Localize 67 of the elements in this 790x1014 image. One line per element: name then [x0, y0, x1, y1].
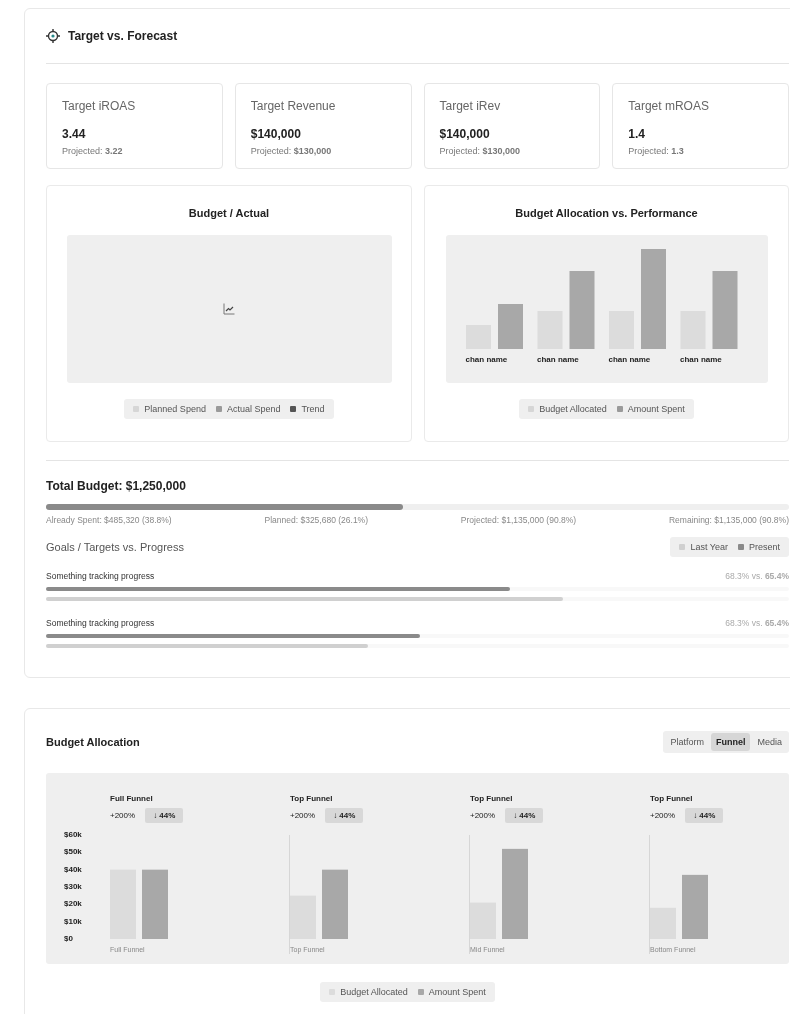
- axis-tick-label: $20k: [64, 899, 82, 910]
- channel-label: chan name: [680, 355, 723, 364]
- channel-label: chan name: [608, 355, 652, 364]
- section-title: Budget Allocation: [46, 735, 140, 748]
- budget-stat: Remaining: $1,135,000 (90.8%): [668, 515, 789, 525]
- channel-label: chan name: [537, 355, 580, 364]
- kpi-value: $140,000: [250, 127, 301, 141]
- legend-label: Actual Spend: [226, 404, 281, 414]
- change-value: +200%: [650, 811, 676, 820]
- legend-label: Last Year: [690, 542, 728, 552]
- total-budget-title: Total Budget: $1,250,000: [46, 479, 187, 493]
- bar: [682, 874, 708, 939]
- legend-label: Budget Allocated: [340, 987, 408, 997]
- axis-tick-label: $50k: [64, 847, 82, 858]
- chart-title: Budget / Actual: [188, 207, 270, 219]
- legend-label: Budget Allocated: [539, 404, 607, 414]
- kpi-label: Target Revenue: [250, 99, 336, 113]
- goal-label: Something tracking progress: [46, 571, 155, 581]
- section-title: Target vs. Forecast: [68, 29, 178, 43]
- delta-badge: ↓ 44%: [145, 808, 184, 823]
- line-chart-icon: [223, 303, 235, 315]
- projected-text: Projected: 1.3: [628, 146, 684, 156]
- kpi-label: Target mROAS: [628, 99, 709, 113]
- legend-label: Amount Spent: [627, 404, 685, 414]
- tab[interactable]: Media: [752, 732, 787, 751]
- change-value: +200%: [110, 811, 136, 820]
- projected-text: Projected: $130,000: [250, 146, 332, 156]
- tab[interactable]: Funnel: [711, 732, 751, 751]
- axis-tick-label: $30k: [64, 882, 82, 892]
- axis-tick-label: $60k: [64, 830, 82, 840]
- change-value: +200%: [290, 811, 316, 820]
- projected-text: Projected: $130,000: [439, 146, 521, 156]
- budget-stat: Already Spent: $485,320 (38.8%): [46, 515, 172, 525]
- axis-tick-label: $0: [64, 934, 73, 944]
- chart-title: Budget Allocation vs. Performance: [515, 207, 698, 219]
- channel-label: chan name: [465, 355, 509, 364]
- bar: [322, 869, 348, 939]
- bar: [142, 869, 168, 939]
- funnel-title: Top Funnel: [650, 794, 693, 803]
- change-value: +200%: [470, 811, 496, 820]
- goal-comparison: 68.3% vs. 65.4%: [725, 571, 789, 581]
- funnel-title: Top Funnel: [290, 794, 333, 803]
- target-icon: [46, 29, 60, 43]
- axis-tick-label: $10k: [64, 916, 82, 927]
- legend-label: Present: [748, 542, 780, 552]
- delta-badge: ↓ 44%: [325, 808, 364, 823]
- axis-tick-label: $40k: [64, 864, 82, 875]
- goal-comparison: 68.3% vs. 65.4%: [725, 618, 789, 628]
- delta-badge: ↓ 44%: [685, 808, 724, 823]
- kpi-label: Target iROAS: [62, 99, 136, 113]
- kpi-label: Target iRev: [439, 99, 501, 113]
- kpi-value: 1.4: [628, 127, 645, 141]
- budget-stat: Projected: $1,135,000 (90.8%): [460, 515, 577, 525]
- goal-label: Something tracking progress: [46, 618, 155, 628]
- legend-label: Planned Spend: [144, 404, 206, 414]
- funnel-title: Top Funnel: [470, 794, 513, 803]
- delta-badge: ↓ 44%: [505, 808, 544, 823]
- projected-text: Projected: 3.22: [62, 146, 123, 156]
- kpi-value: $140,000: [439, 127, 490, 141]
- legend-label: Amount Spent: [428, 987, 486, 997]
- bar: [497, 304, 523, 349]
- legend-label: Trend: [301, 404, 325, 414]
- tab[interactable]: Platform: [665, 732, 709, 751]
- goals-title: Goals / Targets vs. Progress: [46, 541, 184, 553]
- kpi-value: 3.44: [62, 127, 86, 141]
- budget-stat: Planned: $325,680 (26.1%): [264, 515, 368, 525]
- funnel-title: Full Funnel: [110, 794, 153, 803]
